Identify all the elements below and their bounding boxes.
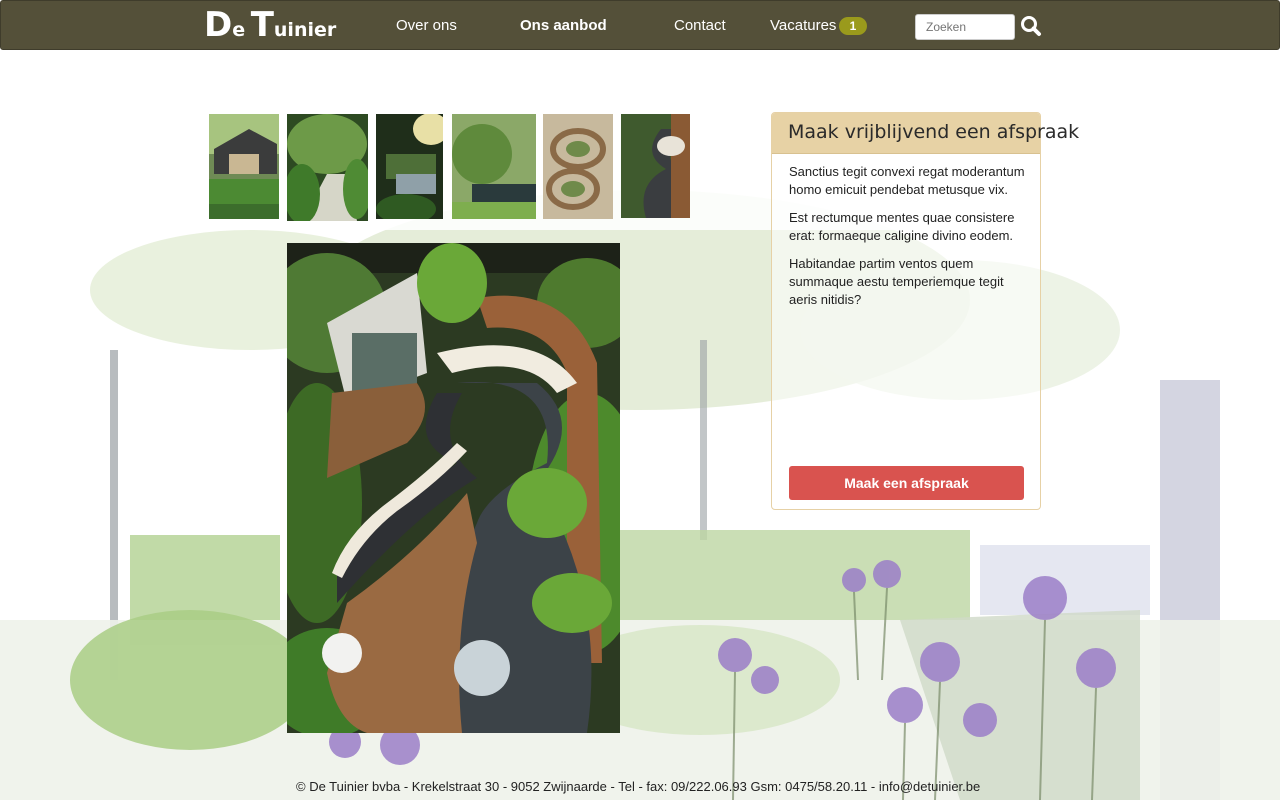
top-navbar: De Tuinier Over ons Ons aanbod Contact V… — [0, 0, 1280, 50]
gallery-thumbnail-6[interactable] — [621, 114, 690, 218]
vacatures-count-badge: 1 — [839, 17, 867, 35]
search-icon[interactable] — [1020, 15, 1042, 37]
gallery-thumbnail-4[interactable] — [452, 114, 536, 219]
footer-contact-info: © De Tuinier bvba - Krekelstraat 30 - 90… — [296, 779, 981, 794]
logo-letter-d: D — [204, 5, 233, 45]
site-logo[interactable]: De Tuinier — [204, 6, 336, 50]
nav-contact[interactable]: Contact — [674, 17, 726, 35]
logo-text-uinier: uinier — [273, 19, 337, 41]
panel-paragraph-3: Habitandae partim ventos quem summaque a… — [789, 256, 1004, 307]
gallery-thumbnail-3[interactable] — [376, 114, 443, 219]
thumbnail-image — [209, 114, 279, 219]
nav-over-ons[interactable]: Over ons — [396, 17, 457, 35]
main-garden-photo — [287, 243, 620, 733]
garden-photo-image — [287, 243, 620, 733]
panel-paragraph-1: Sanctius tegit convexi regat moderantum … — [789, 164, 1025, 197]
appointment-panel-header: Maak vrijblijvend een afspraak — [772, 113, 1079, 154]
gallery-thumbnail-1[interactable] — [209, 114, 279, 219]
nav-vacatures[interactable]: Vacatures — [770, 17, 836, 35]
thumbnail-image — [543, 114, 613, 219]
appointment-panel: Maak vrijblijvend een afspraak Sanctius … — [771, 112, 1079, 510]
nav-ons-aanbod[interactable]: Ons aanbod — [520, 17, 607, 35]
appointment-panel-body: Sanctius tegit convexi regat moderantum … — [789, 163, 1033, 319]
logo-text-e: e — [232, 19, 246, 41]
make-appointment-button[interactable]: Maak een afspraak — [789, 466, 1024, 500]
gallery-thumbnail-2[interactable] — [287, 114, 368, 221]
thumbnail-image — [621, 114, 690, 218]
panel-paragraph-2: Est rectumque mentes quae consistere era… — [789, 210, 1015, 243]
thumbnail-image — [287, 114, 368, 221]
appointment-panel-title: Maak vrijblijvend een afspraak — [788, 121, 1080, 143]
logo-letter-t: T — [250, 5, 274, 45]
thumbnail-image — [376, 114, 443, 219]
search-input[interactable] — [915, 14, 1015, 40]
gallery-thumbnail-5[interactable] — [543, 114, 613, 219]
thumbnail-image — [452, 114, 536, 219]
